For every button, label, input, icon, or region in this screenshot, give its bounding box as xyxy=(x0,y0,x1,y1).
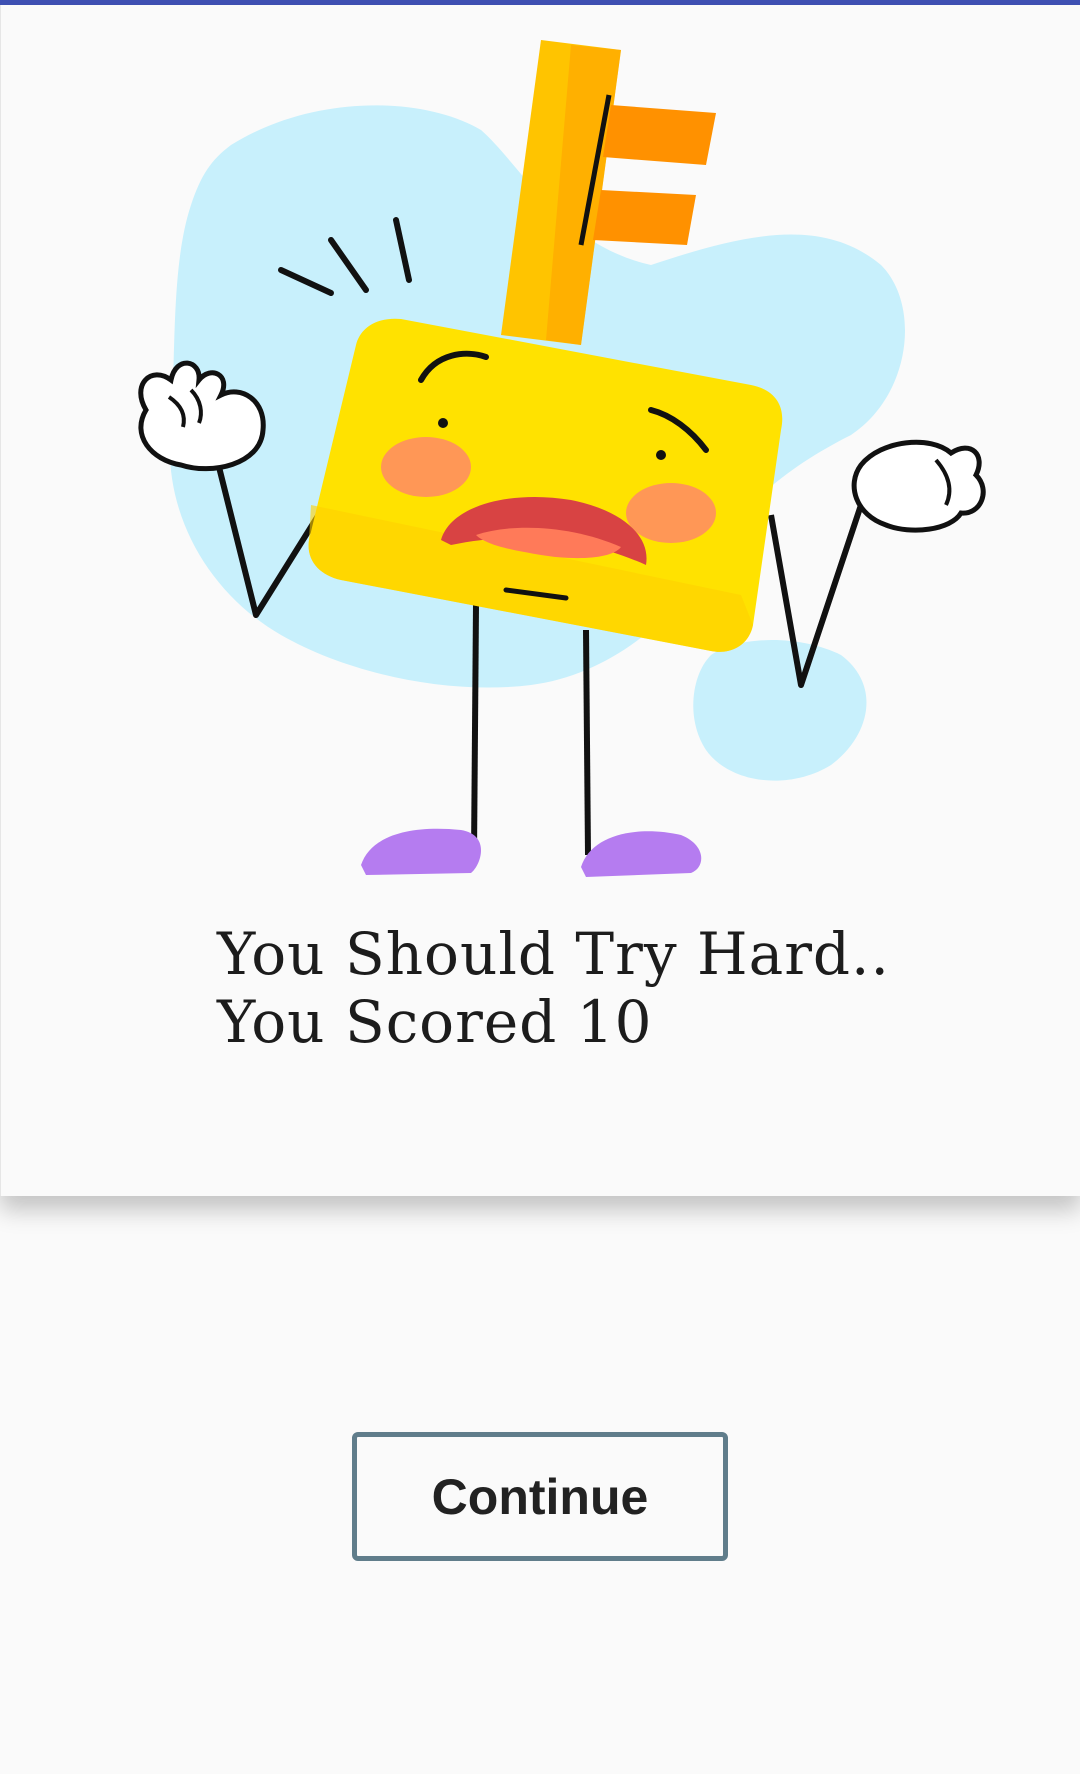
result-message: You Should Try Hard.. You Scored 10 xyxy=(217,920,997,1056)
continue-button[interactable]: Continue xyxy=(352,1432,728,1561)
sad-key-character-icon xyxy=(138,40,986,877)
result-message-line-1: You Should Try Hard.. xyxy=(217,920,890,988)
score-text: You Scored 10 xyxy=(217,988,653,1056)
result-card: You Should Try Hard.. You Scored 10 xyxy=(0,5,1080,1196)
